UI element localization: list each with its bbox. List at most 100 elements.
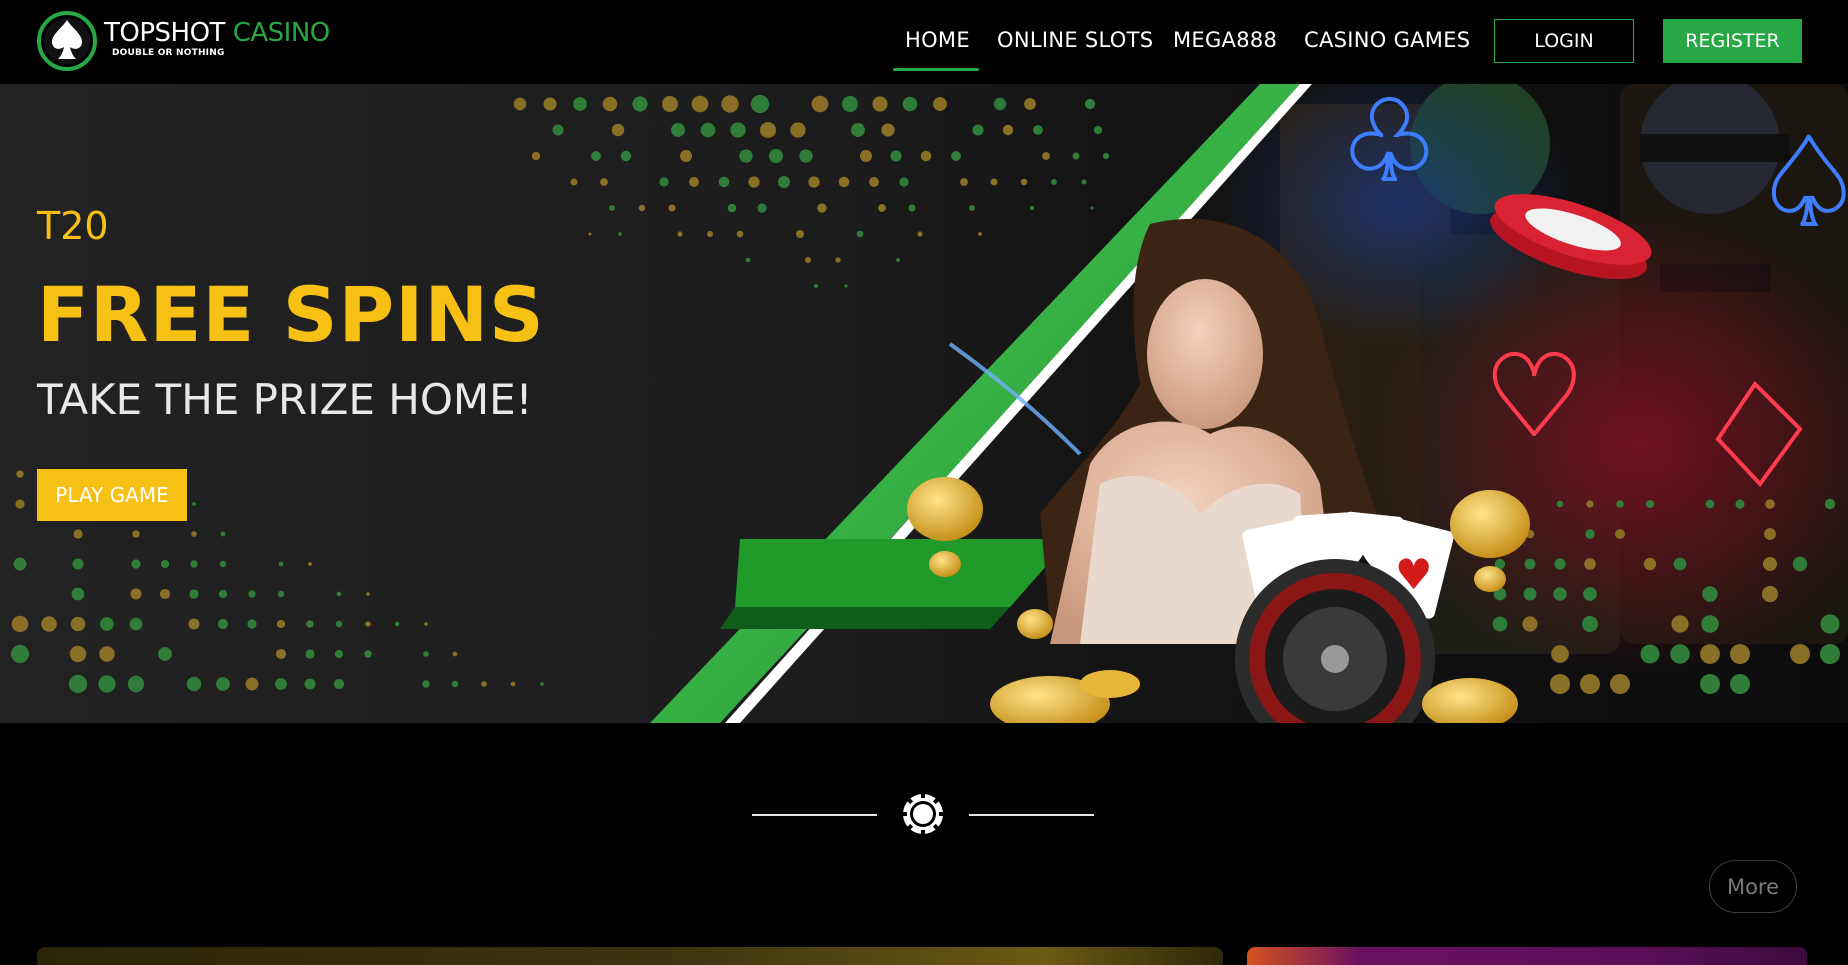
decor-dot [727,203,737,213]
decor-dot [707,231,713,237]
decor-dot [860,150,872,162]
decor-dot [16,470,24,478]
decor-dot [1735,499,1745,509]
decor-dot [531,151,541,161]
brand-name: TOPSHOT CASINO [104,18,330,48]
decor-dot [730,122,746,138]
decor-dot [552,124,564,136]
decor-dot [1730,674,1750,694]
nav-casino-games[interactable]: CASINO GAMES [1304,28,1470,52]
decor-dot [190,560,198,568]
brand-name-part1: TOPSHOT [104,18,225,48]
decor-dot [248,590,256,598]
decor-dot [751,95,769,113]
decor-dot [424,622,428,626]
decor-dot [662,96,678,112]
decor-dot [1730,644,1750,664]
decor-dot [1102,152,1110,160]
decor-dot [808,176,820,188]
decor-dot [638,204,646,212]
decor-dot [1610,674,1630,694]
decor-dot [899,177,909,187]
decor-dot [620,150,632,162]
decor-dot [98,675,116,693]
brand-logo[interactable]: TOPSHOT CASINO DOUBLE OR NOTHING [36,10,330,74]
decor-dot [131,559,141,569]
play-game-button[interactable]: PLAY GAME [37,469,187,521]
decor-dot [844,284,848,288]
more-button[interactable]: More [1709,860,1797,913]
decor-dot [11,615,29,633]
decor-dot [158,647,172,661]
decor-dot [1051,179,1057,185]
decor-dot [1700,644,1720,664]
decor-dot [306,620,314,628]
decor-dot [364,650,372,658]
decor-dot [842,96,858,112]
decor-dot [132,530,140,538]
decor-dot [1093,125,1103,135]
decor-dot [186,676,202,692]
decor-dot [1554,558,1566,570]
brand-tagline: DOUBLE OR NOTHING [112,48,225,58]
decor-dot [540,682,544,686]
decor-dot [817,203,827,213]
nav-mega888[interactable]: MEGA888 [1173,28,1277,52]
decor-dot [993,97,1007,111]
decor-dot [591,151,601,161]
poker-chip-icon [901,792,945,836]
decor-dot [1820,644,1840,664]
decor-dot [71,587,85,601]
decor-dot [969,205,975,211]
register-button[interactable]: REGISTER [1663,19,1802,63]
decor-dot [423,651,429,657]
decor-dot [814,284,818,288]
decor-dot [835,257,841,263]
decor-dot [129,617,143,631]
decor-dot [308,562,312,566]
decor-dot [1033,125,1043,135]
decor-dot [336,591,342,597]
decor-dot [1582,616,1598,632]
decor-dot [513,97,527,111]
decor-dot [739,149,753,163]
brand-name-part2: CASINO [232,18,331,48]
decor-dot [902,96,918,112]
site-header: TOPSHOT CASINO DOUBLE OR NOTHING HOME ON… [0,0,1848,84]
decor-dot [334,649,344,659]
nav-online-slots[interactable]: ONLINE SLOTS [997,28,1153,52]
decor-dot [748,176,760,188]
nav-home[interactable]: HOME [905,28,970,52]
login-button[interactable]: LOGIN [1494,19,1634,63]
decor-dot [304,678,316,690]
game-card[interactable] [1247,947,1807,965]
decor-dot [769,149,783,163]
decor-dot [72,558,84,570]
decor-dot [632,96,648,112]
decor-dot [1072,152,1080,160]
decor-dot [220,531,226,537]
spade-logo-icon [37,11,97,71]
hero-tagline: TAKE THE PRIZE HOME! [37,375,533,424]
decor-dot [799,149,813,163]
decor-dot [1763,557,1777,571]
hero-title: FREE SPINS [37,270,545,359]
decor-dot [990,178,998,186]
decor-dot [69,645,87,663]
game-card[interactable] [37,947,1223,965]
decor-dot [275,678,287,690]
decor-dot [1580,674,1600,694]
decor-dot [1081,179,1087,185]
decor-dot [1670,644,1690,664]
decor-dot [73,529,83,539]
decor-dot [219,560,227,568]
decor-dot [680,150,692,162]
decor-dot [1646,500,1654,508]
decor-dot [790,122,806,138]
decor-dot [68,674,88,694]
hero-banner[interactable]: ♥ ♠ ♣ ♠ ♥ T20 FREE SPINS T [0,84,1848,723]
decor-dot [1042,152,1050,160]
decor-dot [451,680,459,688]
svg-text:♣: ♣ [1340,84,1439,205]
decor-dot [10,644,30,664]
